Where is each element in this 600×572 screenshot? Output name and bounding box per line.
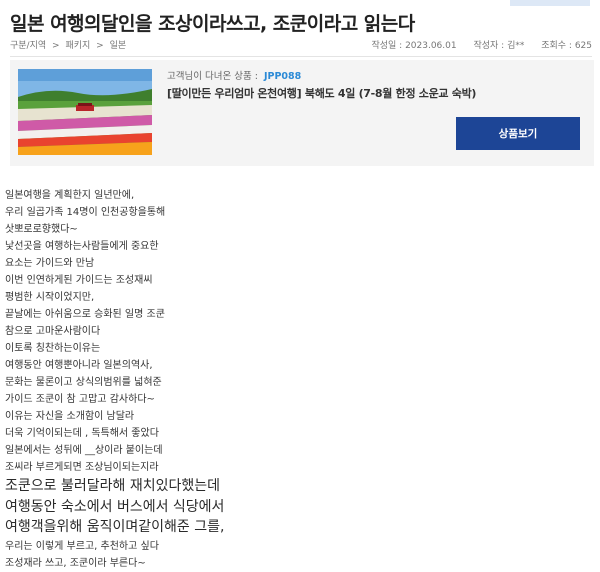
content-line: 삿뽀로로향했다~ — [5, 224, 78, 235]
content-line: 우리 일곱가족 14명이 인천공항을통해 — [5, 207, 166, 218]
content-line: 여행동안 여행뿐아니라 일본의역사, — [5, 360, 153, 371]
content-line: 여행동안 숙소에서 버스에서 식당에서 — [5, 498, 225, 515]
content-line: 일본여행을 계획한지 일년만에, — [5, 190, 135, 201]
content-line: 더욱 기억이되는데 , 독특해서 좋았다 — [5, 428, 159, 439]
product-code[interactable]: JPP088 — [264, 71, 301, 82]
content-line: 조성재라 쓰고, 조쿤이라 부른다~ — [5, 557, 146, 569]
content-line: 요소는 가이드와 만남 — [5, 258, 95, 269]
content-line: 이토록 칭찬하는이유는 — [5, 343, 101, 354]
content-line: 평범한 시작이었지만, — [5, 292, 95, 303]
breadcrumb-package[interactable]: 패키지 — [65, 41, 90, 51]
content-line: 낯선곳을 여행하는사람들에게 중요한 — [5, 241, 159, 252]
breadcrumb: 구분/지역 > 패키지 > 일본 — [10, 38, 129, 51]
content-line: 우리는 이렇게 부르고, 추천하고 싶다 — [5, 540, 159, 552]
product-name[interactable]: [딸이만든 우리엄마 온천여행] 북해도 4일 (7-8월 한정 소운교 숙박) — [167, 85, 476, 101]
content-line: 참으로 고마운사람이다 — [5, 326, 101, 337]
content-line: 가이드 조쿤이 참 고맙고 감사하다~ — [5, 394, 155, 405]
content-line: 이번 인연하게된 가이드는 조성재씨 — [5, 275, 153, 286]
breadcrumb-separator: > — [52, 41, 60, 51]
post-content: 일본여행을 계획한지 일년만에, 우리 일곱가족 14명이 인천공항을통해삿뽀로로… — [5, 187, 585, 572]
flower-field-image — [18, 69, 152, 155]
post-info: 작성일 : 2023.06.01 작성자 : 김** 조회수 : 625 — [357, 38, 592, 51]
content-line: 문화는 물론이고 상식의범위를 넓혀준 — [5, 377, 162, 388]
post-views: 조회수 : 625 — [541, 41, 592, 51]
product-label-text: 고객님이 다녀온 상품 : — [167, 71, 258, 82]
header-divider — [10, 56, 592, 57]
product-card: 고객님이 다녀온 상품 : JPP088 [딸이만든 우리엄마 온천여행] 북해… — [10, 60, 594, 166]
content-line: 여행객을위해 움직이며같이해준 그를, — [5, 519, 225, 535]
content-line: 일본에서는 성뒤에 __상이라 붙이는데 — [5, 445, 163, 456]
content-line: 조씨라 부르게되면 조상님이되는지라 — [5, 462, 159, 473]
breadcrumb-japan[interactable]: 일본 — [110, 41, 127, 51]
view-product-button[interactable]: 상품보기 — [456, 117, 580, 150]
post-meta-row: 구분/지역 > 패키지 > 일본 작성일 : 2023.06.01 작성자 : … — [10, 36, 592, 52]
breadcrumb-category[interactable]: 구분/지역 — [10, 41, 46, 51]
post-title: 일본 여행의달인을 조상이라쓰고, 조쿤이라고 읽는다 — [10, 13, 415, 35]
product-info-label: 고객님이 다녀온 상품 : JPP088 — [167, 68, 301, 82]
content-line: 끝날에는 아쉬움으로 승화된 일명 조쿤 — [5, 309, 165, 320]
post-date: 작성일 : 2023.06.01 — [371, 41, 457, 51]
post-author: 작성자 : 김** — [473, 41, 525, 51]
top-tab-decoration — [510, 0, 590, 6]
product-thumbnail[interactable] — [18, 69, 152, 155]
breadcrumb-separator: > — [96, 41, 104, 51]
content-line: 이유는 자신을 소개함이 남달라 — [5, 411, 135, 422]
content-line: 조쿤으로 불러달라해 재치있다했는데 — [5, 478, 220, 494]
